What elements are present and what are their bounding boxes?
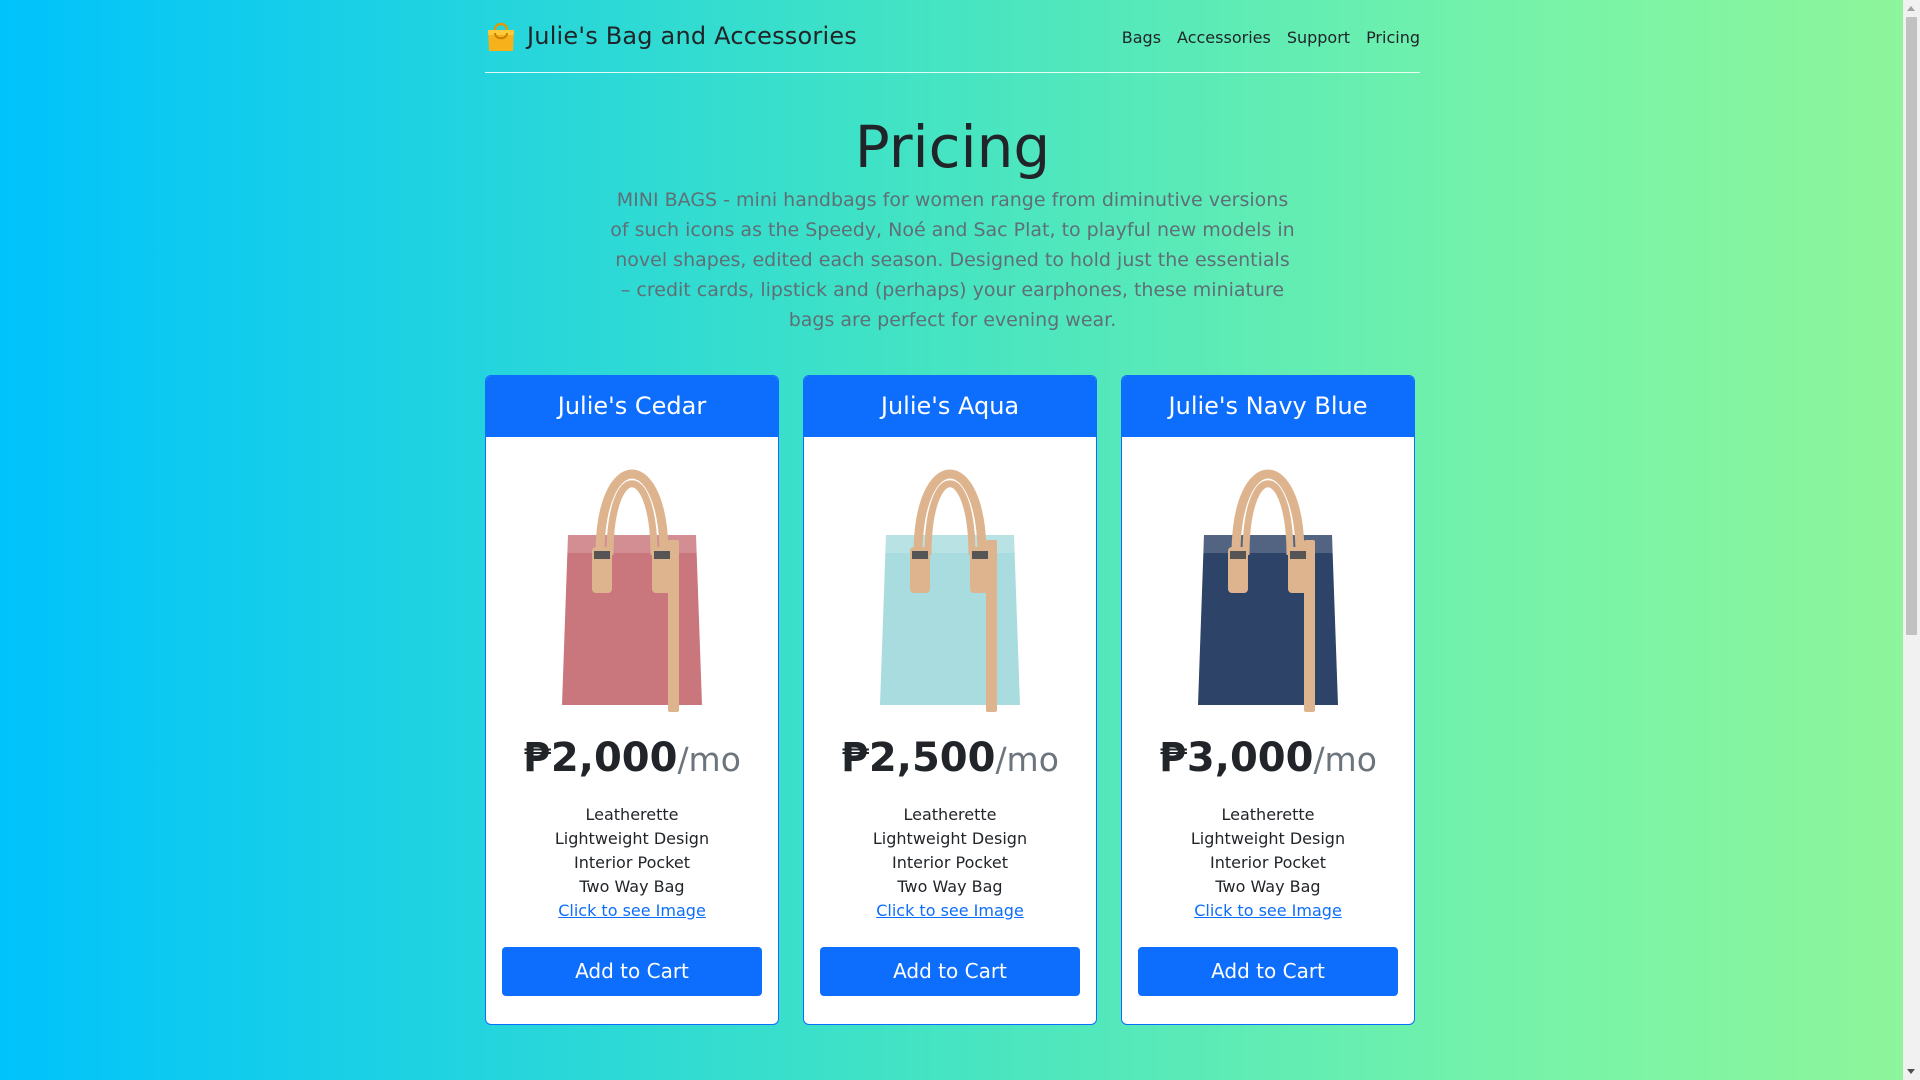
nav-bags[interactable]: Bags [1122, 28, 1161, 47]
page-title: Pricing [854, 113, 1051, 181]
pricing-cards: Julie's Cedar ₱2,000/mo Leatherette Ligh… [485, 374, 1420, 1025]
pricing-hero: Pricing MINI BAGS - mini handbags for wo… [485, 73, 1420, 335]
feature-list: Leatherette Lightweight Design Interior … [804, 803, 1096, 899]
scroll-down-icon[interactable] [1907, 1069, 1915, 1074]
pricing-card-aqua: Julie's Aqua ₱2,500/mo Leatherette Light… [803, 374, 1097, 1025]
site-header: Julie's Bag and Accessories Bags Accesso… [485, 0, 1420, 73]
vertical-scrollbar[interactable] [1903, 0, 1920, 1080]
card-title: Julie's Cedar [486, 375, 778, 437]
handbag-icon [562, 469, 702, 712]
price-amount: ₱3,000 [1159, 734, 1314, 781]
bag-image [486, 437, 778, 733]
page-description: MINI BAGS - mini handbags for women rang… [610, 188, 1295, 331]
add-to-cart-button[interactable]: Add to Cart [502, 946, 762, 996]
page-container: Julie's Bag and Accessories Bags Accesso… [485, 0, 1420, 1025]
feature-item: Lightweight Design [872, 828, 1028, 848]
feature-item: Leatherette [1221, 804, 1315, 824]
add-to-cart-button[interactable]: Add to Cart [820, 946, 1080, 996]
feature-item: Two Way Bag [1215, 876, 1321, 896]
feature-item: Lightweight Design [1190, 828, 1346, 848]
handbag-icon [1198, 469, 1338, 712]
see-image-link[interactable]: Click to see Image [804, 899, 1096, 923]
feature-item: Interior Pocket [892, 852, 1008, 872]
bag-image [804, 437, 1096, 733]
bag-image [1122, 437, 1414, 733]
see-image-link[interactable]: Click to see Image [486, 899, 778, 923]
feature-item: Two Way Bag [579, 876, 685, 896]
add-to-cart-button[interactable]: Add to Cart [1138, 946, 1398, 996]
price-period: /mo [677, 739, 741, 779]
handbag-icon [880, 469, 1020, 712]
feature-item: Leatherette [903, 804, 997, 824]
card-title: Julie's Navy Blue [1122, 375, 1414, 437]
scroll-up-icon[interactable] [1907, 6, 1915, 11]
nav-accessories[interactable]: Accessories [1177, 28, 1271, 47]
nav-support[interactable]: Support [1287, 28, 1350, 47]
card-title: Julie's Aqua [804, 375, 1096, 437]
feature-item: Interior Pocket [574, 852, 690, 872]
brand-name: Julie's Bag and Accessories [527, 22, 857, 50]
pricing-card-cedar: Julie's Cedar ₱2,000/mo Leatherette Ligh… [485, 374, 779, 1025]
scrollbar-thumb[interactable] [1906, 17, 1917, 635]
price: ₱2,500/mo [804, 735, 1096, 787]
feature-item: Two Way Bag [897, 876, 1003, 896]
main-nav: Bags Accessories Support Pricing [1122, 26, 1420, 47]
shopping-bag-icon [488, 22, 514, 51]
price-amount: ₱2,000 [523, 734, 678, 781]
see-image-link[interactable]: Click to see Image [1122, 899, 1414, 923]
price-amount: ₱2,500 [841, 734, 996, 781]
feature-item: Interior Pocket [1210, 852, 1326, 872]
brand[interactable]: Julie's Bag and Accessories [485, 19, 857, 53]
price: ₱2,000/mo [486, 735, 778, 787]
feature-list: Leatherette Lightweight Design Interior … [486, 803, 778, 899]
price-period: /mo [995, 739, 1059, 779]
feature-item: Lightweight Design [554, 828, 710, 848]
feature-list: Leatherette Lightweight Design Interior … [1122, 803, 1414, 899]
price-period: /mo [1313, 739, 1377, 779]
nav-pricing[interactable]: Pricing [1366, 28, 1420, 47]
feature-item: Leatherette [585, 804, 679, 824]
pricing-card-navy-blue: Julie's Navy Blue ₱3,000/mo Leatherette … [1121, 374, 1415, 1025]
price: ₱3,000/mo [1122, 735, 1414, 787]
